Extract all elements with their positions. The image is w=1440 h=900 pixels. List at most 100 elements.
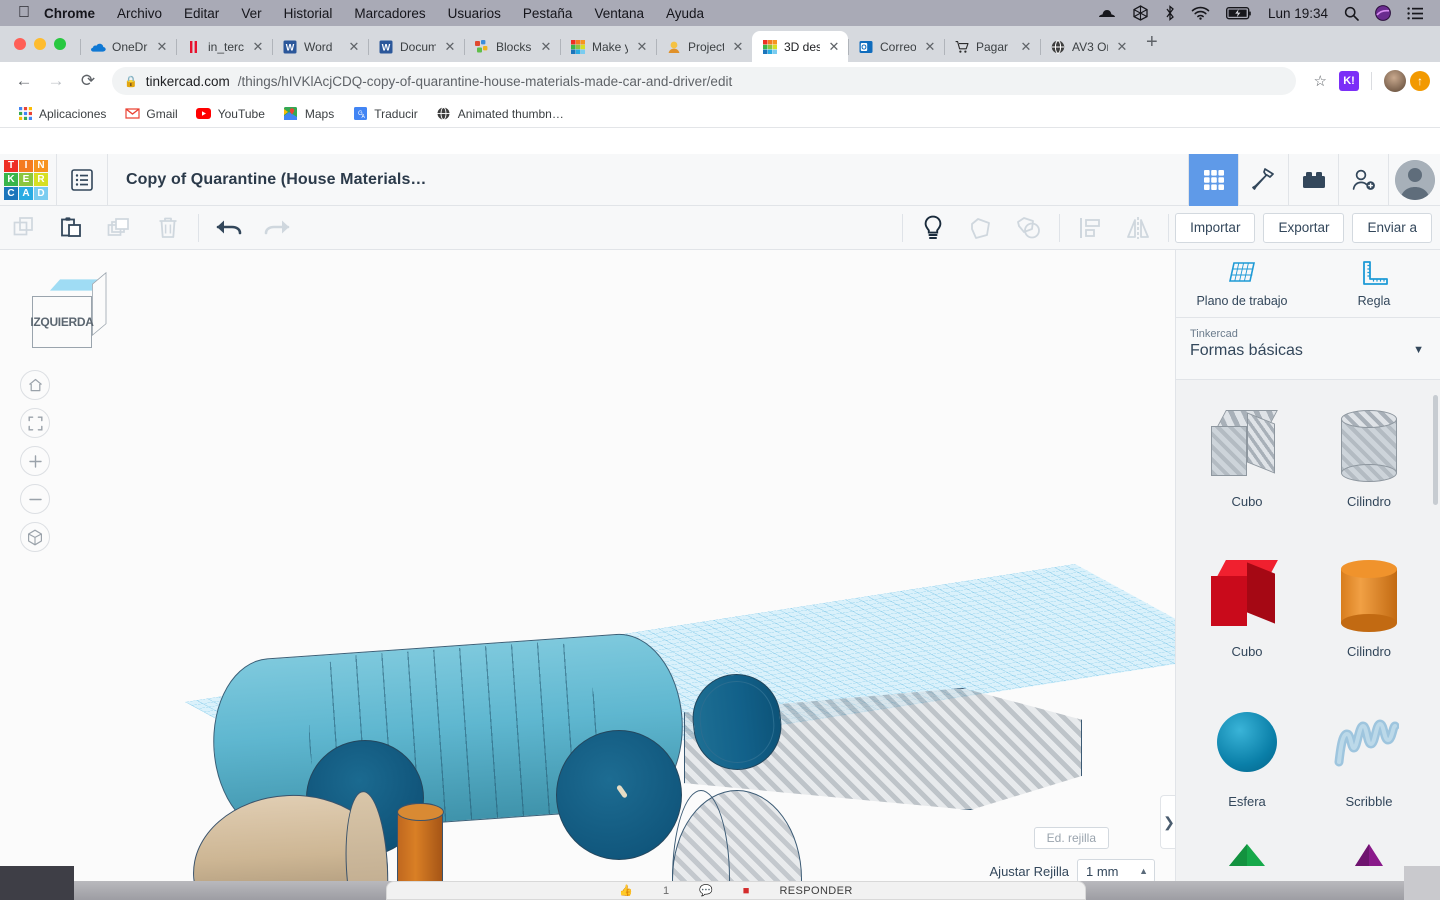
tab-in-tercero[interactable]: in_tercero ✕ [176,31,272,62]
back-button[interactable]: ← [10,67,38,95]
panel-scrollbar[interactable] [1433,395,1438,505]
close-tab-button[interactable]: ✕ [346,39,362,55]
close-tab-button[interactable]: ✕ [1018,39,1034,55]
grid-edit-button[interactable]: Ed. rejilla [1033,827,1109,849]
export-button[interactable]: Exportar [1263,212,1345,243]
tab-make-you[interactable]: Make you ✕ [560,31,656,62]
bookmark-maps[interactable]: Maps [276,103,341,125]
brick-blocks-icon[interactable] [1288,153,1338,206]
list-menu-icon[interactable] [56,153,108,206]
design-grid-icon[interactable] [1188,153,1238,206]
menu-item-pestana[interactable]: Pestaña [523,6,573,21]
shape-item-purple-pyramid[interactable] [1308,844,1430,866]
import-button[interactable]: Importar [1175,212,1256,243]
bookmark-youtube[interactable]: YouTube [189,103,272,125]
bookmark-star-icon[interactable]: ☆ [1306,72,1335,90]
undo-icon[interactable] [205,206,253,250]
delete-trash-icon[interactable] [144,206,192,250]
shape-item-hole-cylinder[interactable]: Cilindro [1308,394,1430,534]
close-tab-button[interactable]: ✕ [250,39,266,55]
view-cube-front-face[interactable]: IZQUIERDA [30,296,94,348]
orange-cylinder[interactable] [396,802,444,881]
ungroup-icon[interactable] [1005,206,1053,250]
menu-item-archivo[interactable]: Archivo [117,6,162,21]
menu-item-historial[interactable]: Historial [284,6,333,21]
bookmark-traducir[interactable]: GA Traducir [345,103,425,125]
menu-item-editar[interactable]: Editar [184,6,219,21]
bookmark-animated-thumbnail[interactable]: Animated thumbn… [429,103,571,125]
close-tab-button[interactable]: ✕ [634,39,650,55]
grid-snap-select[interactable]: 1 mm ▲ [1077,859,1155,881]
menu-item-ver[interactable]: Ver [241,6,261,21]
shape-item-sphere[interactable]: Esfera [1186,694,1308,834]
close-tab-button[interactable]: ✕ [730,39,746,55]
battery-charging-icon[interactable] [1225,6,1252,20]
user-avatar[interactable] [1388,153,1440,206]
fit-to-view-icon[interactable] [20,408,50,438]
panel-collapse-handle[interactable]: ❯ [1160,795,1175,849]
close-tab-button[interactable]: ✕ [442,39,458,55]
spotlight-search-icon[interactable] [1344,6,1359,21]
align-icon[interactable] [1066,206,1114,250]
kahoot-extension-icon[interactable]: K! [1339,71,1359,91]
duplicate-icon[interactable] [96,206,144,250]
close-tab-button[interactable]: ✕ [1114,39,1130,55]
bookmark-gmail[interactable]: Gmail [117,103,184,125]
bluetooth-icon[interactable] [1165,5,1175,21]
shape-item-scribble[interactable]: Scribble [1308,694,1430,834]
page-title[interactable]: Copy of Quarantine (House Materials… [108,171,427,189]
menu-item-chrome[interactable]: Chrome [44,6,95,21]
zoom-out-icon[interactable] [20,484,50,514]
tab-av3-online[interactable]: AV3 Onli ✕ [1040,31,1136,62]
update-arrow-icon[interactable]: ↑ [1410,71,1430,91]
front-wheel[interactable] [556,730,682,860]
shape-item-hole-cube[interactable]: Cubo [1186,394,1308,534]
address-bar[interactable]: 🔒 tinkercad.com/things/hIVKlAcjCDQ-copy-… [112,67,1296,95]
home-view-icon[interactable] [20,370,50,400]
maximize-window-button[interactable] [54,38,66,50]
background-window[interactable]: 👍 1 💬 ■ RESPONDER [386,881,1086,900]
perspective-toggle-icon[interactable] [20,522,50,552]
group-icon[interactable] [957,206,1005,250]
control-center-icon[interactable] [1407,6,1424,20]
close-window-button[interactable] [14,38,26,50]
menu-item-ventana[interactable]: Ventana [594,6,644,21]
close-tab-button[interactable]: ✕ [826,39,842,55]
lightbulb-icon[interactable] [909,206,957,250]
reply-button[interactable]: RESPONDER [779,885,852,897]
tab-onedrive[interactable]: OneDrive ✕ [80,31,176,62]
forward-button[interactable]: → [42,67,70,95]
close-tab-button[interactable]: ✕ [922,39,938,55]
mirror-icon[interactable] [1114,206,1162,250]
shape-item-green-pyramid[interactable] [1186,844,1308,866]
copy-icon[interactable] [0,206,48,250]
tab-3d-design[interactable]: 3D desig ✕ [752,31,848,62]
wifi-icon[interactable] [1191,6,1210,20]
tab-blockscad[interactable]: BlocksCA ✕ [464,31,560,62]
menu-item-usuarios[interactable]: Usuarios [448,6,501,21]
minimize-window-button[interactable] [34,38,46,50]
unity-icon[interactable] [1132,5,1149,21]
close-tab-button[interactable]: ✕ [538,39,554,55]
shape-library-dropdown[interactable]: Tinkercad Formas básicas ▼ [1176,318,1440,380]
hole-cylinder[interactable] [671,789,802,881]
profile-avatar[interactable] [1384,70,1406,92]
siri-icon[interactable] [1375,5,1391,21]
codeblocks-hammer-icon[interactable] [1238,153,1288,206]
ruler-tool[interactable]: Regla [1308,250,1440,317]
reload-button[interactable]: ⟳ [74,67,102,95]
menu-item-marcadores[interactable]: Marcadores [354,6,425,21]
3d-canvas[interactable]: IZQUIERDA Ed. rejilla Ajustar Rejilla 1 … [0,250,1175,881]
bowler-hat-icon[interactable] [1098,6,1116,20]
paste-icon[interactable] [48,206,96,250]
shape-item-orange-cylinder[interactable]: Cilindro [1308,544,1430,684]
tab-documen[interactable]: W Documen ✕ [368,31,464,62]
tab-correo[interactable]: O Correo: E ✕ [848,31,944,62]
new-tab-button[interactable]: + [1136,31,1168,58]
tab-word[interactable]: W Word ✕ [272,31,368,62]
tinkercad-logo[interactable]: T I N K E R C A D [4,159,48,200]
menu-item-ayuda[interactable]: Ayuda [666,6,704,21]
bookmark-aplicaciones[interactable]: Aplicaciones [10,103,113,125]
tab-pagar[interactable]: Pagar ✕ [944,31,1040,62]
workplane-tool[interactable]: Plano de trabajo [1176,250,1308,317]
